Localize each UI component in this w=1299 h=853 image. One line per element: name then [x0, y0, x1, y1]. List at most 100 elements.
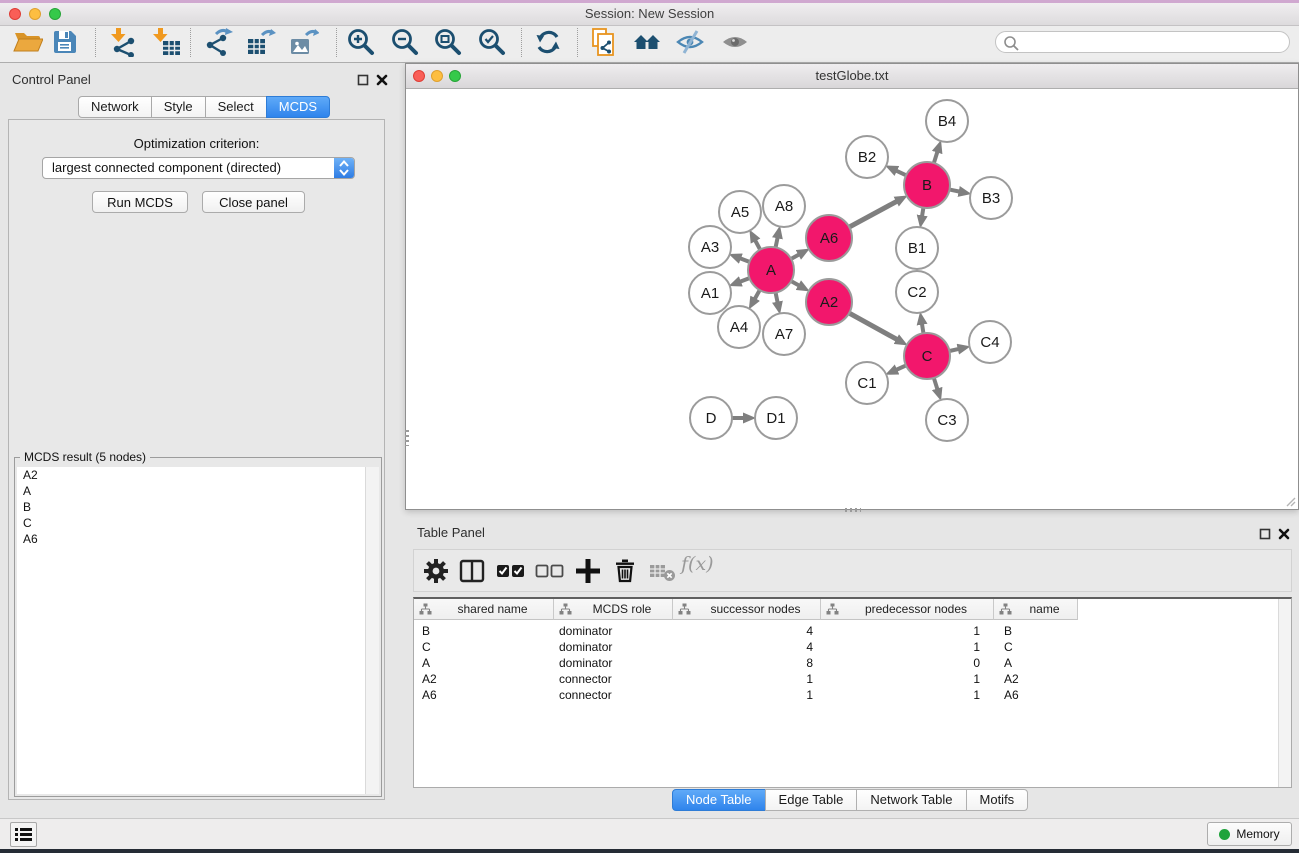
table-cell[interactable]: 8 — [673, 655, 821, 671]
tab-edge-table[interactable]: Edge Table — [765, 789, 858, 811]
graph-node-D1[interactable]: D1 — [755, 397, 797, 439]
graph-node-D[interactable]: D — [690, 397, 732, 439]
graph-node-A7[interactable]: A7 — [763, 313, 805, 355]
table-cell[interactable]: A — [414, 655, 554, 671]
table-cell[interactable]: 4 — [673, 639, 821, 655]
search-input[interactable] — [1022, 33, 1286, 53]
delete-column-icon[interactable] — [611, 557, 639, 585]
first-neighbors-icon[interactable] — [632, 27, 662, 57]
table-cell[interactable]: A6 — [414, 687, 554, 703]
column-header-predecessor-nodes[interactable]: predecessor nodes — [821, 599, 994, 620]
import-table-icon[interactable] — [151, 27, 181, 57]
memory-button[interactable]: Memory — [1207, 822, 1292, 846]
tab-mcds[interactable]: MCDS — [266, 96, 330, 118]
add-column-icon[interactable] — [574, 557, 602, 585]
column-header-mcds-role[interactable]: MCDS role — [554, 599, 673, 620]
tab-network[interactable]: Network — [78, 96, 152, 118]
network-minimize-traffic-light[interactable] — [431, 70, 443, 82]
column-header-shared-name[interactable]: shared name — [414, 599, 554, 620]
graph-edge-A-A7[interactable] — [776, 293, 778, 303]
graph-node-C3[interactable]: C3 — [926, 399, 968, 441]
graph-edge-A-A3[interactable] — [740, 258, 750, 262]
graph-node-A3[interactable]: A3 — [689, 226, 731, 268]
table-cell[interactable]: 1 — [821, 639, 994, 655]
left-pane-grip[interactable] — [405, 430, 409, 446]
graph-edge-B-B4[interactable] — [934, 152, 938, 164]
graph-edge-A6-B[interactable] — [849, 201, 897, 227]
mcds-result-item[interactable]: A — [17, 483, 379, 499]
graph-node-A1[interactable]: A1 — [689, 272, 731, 314]
table-cell[interactable]: A2 — [414, 671, 554, 687]
table-cell[interactable]: C — [994, 639, 1078, 655]
graph-edge-A-A6[interactable] — [791, 254, 799, 258]
column-header-name[interactable]: name — [994, 599, 1078, 620]
graph-edge-A-A4[interactable] — [755, 290, 760, 299]
zoom-in-icon[interactable] — [346, 27, 376, 57]
tab-network-table[interactable]: Network Table — [856, 789, 966, 811]
graph-edge-A-A2[interactable] — [791, 281, 799, 285]
minimize-traffic-light[interactable] — [29, 8, 41, 20]
table-row[interactable]: Adominator80A — [414, 655, 1291, 671]
show-all-icon[interactable] — [720, 27, 750, 57]
zoom-out-icon[interactable] — [390, 27, 420, 57]
export-table-icon[interactable] — [246, 27, 276, 57]
network-zoom-traffic-light[interactable] — [449, 70, 461, 82]
table-row[interactable]: Bdominator41B — [414, 623, 1291, 639]
import-network-icon[interactable] — [107, 27, 137, 57]
graph-node-C[interactable]: C — [904, 333, 950, 379]
graph-edge-A2-C[interactable] — [849, 313, 897, 339]
resize-grip-icon[interactable] — [1285, 496, 1296, 507]
graph-node-B1[interactable]: B1 — [896, 227, 938, 269]
graph-node-A4[interactable]: A4 — [718, 306, 760, 348]
hide-selected-icon[interactable] — [675, 27, 705, 57]
delete-table-icon[interactable] — [648, 557, 676, 585]
graph-node-B[interactable]: B — [904, 162, 950, 208]
export-image-icon[interactable] — [289, 27, 319, 57]
criterion-dropdown[interactable]: largest connected component (directed) — [42, 157, 355, 179]
table-cell[interactable]: 0 — [821, 655, 994, 671]
graph-node-C2[interactable]: C2 — [896, 271, 938, 313]
run-mcds-button[interactable]: Run MCDS — [92, 191, 188, 213]
new-network-from-selection-icon[interactable] — [590, 27, 620, 57]
zoom-selected-icon[interactable] — [477, 27, 507, 57]
table-row[interactable]: A2connector11A2 — [414, 671, 1291, 687]
graph-edge-B-B3[interactable] — [950, 190, 960, 192]
table-cell[interactable]: 1 — [821, 671, 994, 687]
bottom-pane-grip[interactable] — [845, 508, 861, 512]
table-row[interactable]: Cdominator41C — [414, 639, 1291, 655]
tab-select[interactable]: Select — [205, 96, 267, 118]
table-cell[interactable]: A6 — [994, 687, 1078, 703]
graph-edge-A-A1[interactable] — [740, 278, 750, 282]
graph-node-A2[interactable]: A2 — [806, 279, 852, 325]
table-cell[interactable]: B — [414, 623, 554, 639]
close-panel-button[interactable]: Close panel — [202, 191, 305, 213]
split-panel-icon[interactable] — [458, 557, 486, 585]
table-settings-icon[interactable] — [422, 557, 450, 585]
result-list-scrollbar[interactable] — [365, 467, 379, 794]
select-all-columns-icon[interactable] — [496, 557, 528, 585]
mcds-result-item[interactable]: A2 — [17, 467, 379, 483]
tab-motifs[interactable]: Motifs — [966, 789, 1029, 811]
save-session-icon[interactable] — [50, 27, 80, 57]
deselect-all-columns-icon[interactable] — [535, 557, 567, 585]
mcds-result-item[interactable]: B — [17, 499, 379, 515]
network-window-titlebar[interactable]: testGlobe.txt — [406, 64, 1298, 89]
table-float-panel-icon[interactable] — [1259, 527, 1271, 539]
network-close-traffic-light[interactable] — [413, 70, 425, 82]
table-cell[interactable]: 1 — [673, 671, 821, 687]
table-cell[interactable]: 1 — [821, 687, 994, 703]
graph-node-A5[interactable]: A5 — [719, 191, 761, 233]
table-cell[interactable]: A2 — [994, 671, 1078, 687]
column-header-successor-nodes[interactable]: successor nodes — [673, 599, 821, 620]
mcds-result-item[interactable]: C — [17, 515, 379, 531]
graph-node-A6[interactable]: A6 — [806, 215, 852, 261]
zoom-traffic-light[interactable] — [49, 8, 61, 20]
table-cell[interactable]: A — [994, 655, 1078, 671]
graph-node-B4[interactable]: B4 — [926, 100, 968, 142]
function-builder-icon[interactable]: f(x) — [681, 553, 717, 581]
graph-edge-C-C4[interactable] — [949, 349, 958, 351]
export-network-icon[interactable] — [203, 27, 233, 57]
tab-style[interactable]: Style — [151, 96, 206, 118]
graph-edge-A-A5[interactable] — [755, 240, 760, 249]
graph-edge-C-C2[interactable] — [922, 324, 924, 334]
